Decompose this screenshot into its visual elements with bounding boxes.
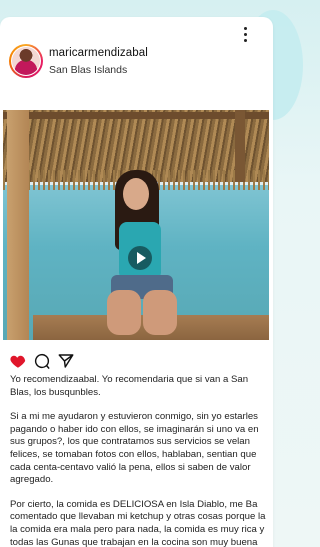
caption-paragraph-3: Por cierto, la comida es DELICIOSA en Is… <box>10 498 266 547</box>
more-vertical-icon[interactable] <box>243 27 249 45</box>
post-media[interactable] <box>3 110 269 340</box>
comment-icon[interactable] <box>33 352 51 370</box>
avatar-image <box>12 47 40 75</box>
caption-paragraph-2: Si a mi me ayudaron y estuvieron conmigo… <box>10 411 259 486</box>
post-actions <box>9 352 109 370</box>
avatar[interactable] <box>9 44 43 78</box>
post-caption: Yo recomendizaabal. Yo recomendaria que … <box>10 374 270 547</box>
send-icon[interactable] <box>57 352 75 370</box>
heart-icon[interactable] <box>9 352 27 370</box>
play-icon[interactable] <box>128 246 152 270</box>
post-header: maricarmendizabal San Blas Islands <box>9 44 271 80</box>
username[interactable]: maricarmendizabal <box>49 47 148 59</box>
caption-paragraph-1: Yo recomendizaabal. Yo recomendaria que … <box>10 374 249 398</box>
location-label[interactable]: San Blas Islands <box>49 64 127 76</box>
